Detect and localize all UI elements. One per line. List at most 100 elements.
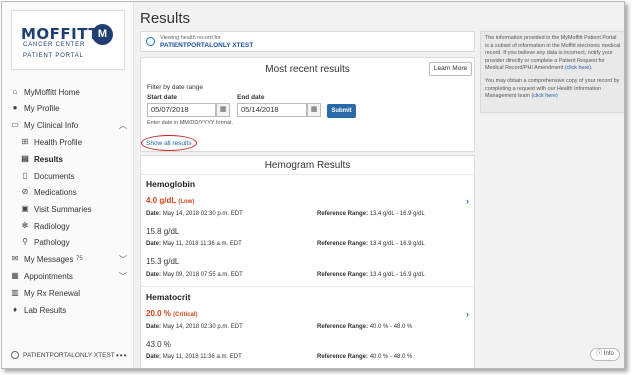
learn-more-button[interactable]: Learn More (429, 62, 472, 76)
range-label: Reference Range: (317, 241, 369, 247)
result-value: 15.8 g/dL (146, 227, 180, 236)
disclaimer-paragraph: The information provided in the MyMoffit… (485, 35, 621, 73)
sidebar-item-medications[interactable]: ⊘ Medications (2, 184, 134, 200)
date-label: Date: (146, 211, 162, 217)
sidebar: MOFFITT M CANCER CENTER PATIENT PORTAL ⌂… (2, 2, 134, 368)
date-value: May 14, 2018 02:30 p.m. EDT (162, 211, 243, 217)
sidebar-item-profile[interactable]: ● My Profile (2, 100, 134, 116)
health-record-banner: Viewing health record for PATIENTPORTALO… (140, 31, 475, 52)
record-icon (146, 37, 155, 46)
user-menu[interactable]: PATIENTPORTALONLY XTEST ••• (2, 348, 134, 362)
range-label: Reference Range: (317, 272, 369, 278)
sidebar-item-label: Appointments (24, 271, 73, 281)
start-date-input[interactable]: 05/07/2018 (147, 103, 216, 117)
result-date: Date: May 14, 2018 02:30 p.m. EDT (146, 324, 243, 330)
filter-label: Filter by date range (147, 84, 204, 91)
page-title: Results (140, 10, 191, 27)
range-value: 13.4 g/dL - 16.9 g/dL (369, 211, 425, 217)
reference-range: Reference Range: 40.0 % - 48.0 % (317, 354, 412, 360)
range-value: 40.0 % - 48.0 % (369, 324, 413, 330)
folder-icon: ▭ (11, 120, 19, 129)
sidebar-item-rx-renewal[interactable]: ▥ My Rx Renewal (2, 285, 134, 301)
test-name: Hematocrit (146, 292, 191, 302)
sidebar-item-label: Radiology (34, 221, 70, 231)
chevron-down-icon[interactable]: ﹀ (119, 271, 127, 282)
clipboard-icon: ▣ (21, 204, 29, 213)
sidebar-item-appointments[interactable]: ▦ Appointments ﹀ (2, 268, 134, 284)
sidebar-item-pathology[interactable]: ⚲ Pathology (2, 234, 134, 250)
sidebar-item-label: Health Profile (34, 137, 83, 147)
sidebar-item-clinical-info[interactable]: ▭ My Clinical Info ︿ (2, 117, 134, 133)
result-value-text: 4.0 g/dL (146, 196, 177, 205)
info-button-label: Info (603, 351, 614, 357)
info-button[interactable]: ⓘ Info (590, 348, 620, 361)
chevron-up-icon[interactable]: ︿ (119, 120, 127, 131)
disclaimer-box: The information provided in the MyMoffit… (480, 31, 624, 113)
date-label: Date: (146, 354, 162, 360)
logo-mark-icon: M (92, 24, 113, 45)
sidebar-item-health-profile[interactable]: ⊞ Health Profile (2, 134, 134, 150)
radiology-icon: ✻ (21, 221, 29, 230)
sidebar-item-label: My Rx Renewal (24, 288, 81, 298)
chevron-right-icon[interactable]: › (466, 309, 469, 319)
date-value: May 11, 2018 11:36 a.m. EDT (162, 241, 242, 247)
sidebar-item-label: My Clinical Info (24, 120, 79, 130)
chevron-right-icon[interactable]: › (466, 196, 469, 206)
end-date-input[interactable]: 05/14/2018 (237, 103, 307, 117)
range-label: Reference Range: (317, 211, 369, 217)
date-value: May 11, 2018 11:36 a.m. EDT (162, 354, 242, 360)
recent-results-heading: Most recent results (265, 64, 350, 75)
calendar-icon[interactable]: ▦ (216, 103, 230, 117)
sidebar-item-visit-summaries[interactable]: ▣ Visit Summaries (2, 201, 134, 217)
result-value[interactable]: 20.0 % (Critical) (146, 309, 197, 318)
sidebar-item-radiology[interactable]: ✻ Radiology (2, 218, 134, 234)
user-circle-icon (11, 351, 19, 359)
reference-range: Reference Range: 13.4 g/dL - 16.9 g/dL (317, 241, 425, 247)
app-window: MOFFITT M CANCER CENTER PATIENT PORTAL ⌂… (1, 1, 625, 369)
sidebar-item-messages[interactable]: ✉ My Messages 75 ﹀ (2, 251, 134, 267)
result-flag: (Low) (178, 199, 195, 205)
message-count-badge: 75 (76, 256, 83, 262)
result-value[interactable]: 4.0 g/dL (Low) (146, 196, 194, 205)
reference-range: Reference Range: 13.4 g/dL - 16.9 g/dL (317, 211, 425, 217)
chevron-down-icon[interactable]: ﹀ (119, 254, 127, 265)
more-options-icon[interactable]: ••• (116, 351, 127, 360)
disclaimer-text: The information provided in the MyMoffit… (485, 35, 621, 72)
sidebar-item-results[interactable]: ▤ Results (2, 151, 134, 167)
date-value: May 09, 2018 07:55 a.m. EDT (162, 272, 243, 278)
test-name: Hemoglobin (146, 179, 196, 189)
range-value: 13.4 g/dL - 16.9 g/dL (369, 241, 425, 247)
plus-square-icon: ⊞ (21, 137, 29, 146)
sidebar-item-lab-results[interactable]: ♦ Lab Results (2, 302, 134, 318)
hemogram-heading: Hemogram Results (264, 160, 351, 171)
calendar-icon[interactable]: ▦ (307, 103, 321, 117)
rx-icon: ▥ (11, 288, 19, 297)
sidebar-item-home[interactable]: ⌂ MyMoffitt Home (2, 84, 134, 100)
sidebar-item-label: My Profile (24, 103, 60, 113)
start-date-label: Start date (147, 94, 177, 101)
date-label: Date: (146, 324, 162, 330)
divider (141, 174, 474, 175)
result-value-text: 20.0 % (146, 309, 171, 318)
disclaimer-paragraph: You may obtain a comprehensive copy of y… (485, 78, 621, 101)
sidebar-item-label: MyMoffitt Home (24, 87, 80, 97)
him-request-link[interactable]: (click here) (531, 93, 557, 99)
result-value: 43.0 % (146, 340, 171, 349)
date-value: May 14, 2018 02:30 p.m. EDT (162, 324, 243, 330)
recent-results-panel: Most recent results Learn More Filter by… (140, 57, 475, 152)
amendment-link[interactable]: (click here). (565, 65, 593, 71)
annotation-circle (141, 135, 197, 151)
submit-button[interactable]: Submit (327, 104, 356, 118)
calendar-icon: ▦ (11, 271, 19, 280)
moffitt-logo[interactable]: MOFFITT M CANCER CENTER PATIENT PORTAL (11, 10, 125, 70)
divider (141, 286, 474, 287)
range-value: 13.4 g/dL - 16.9 g/dL (369, 272, 425, 278)
date-format-hint: Enter date in MM/DD/YYYY format. (147, 120, 234, 126)
date-label: Date: (146, 272, 162, 278)
sidebar-item-label: Medications (34, 187, 77, 197)
range-value: 40.0 % - 48.0 % (369, 354, 413, 360)
sidebar-item-label: Lab Results (24, 305, 67, 315)
result-flag: (Critical) (173, 312, 198, 318)
date-label: Date: (146, 241, 162, 247)
sidebar-item-documents[interactable]: ▯ Documents (2, 168, 134, 184)
